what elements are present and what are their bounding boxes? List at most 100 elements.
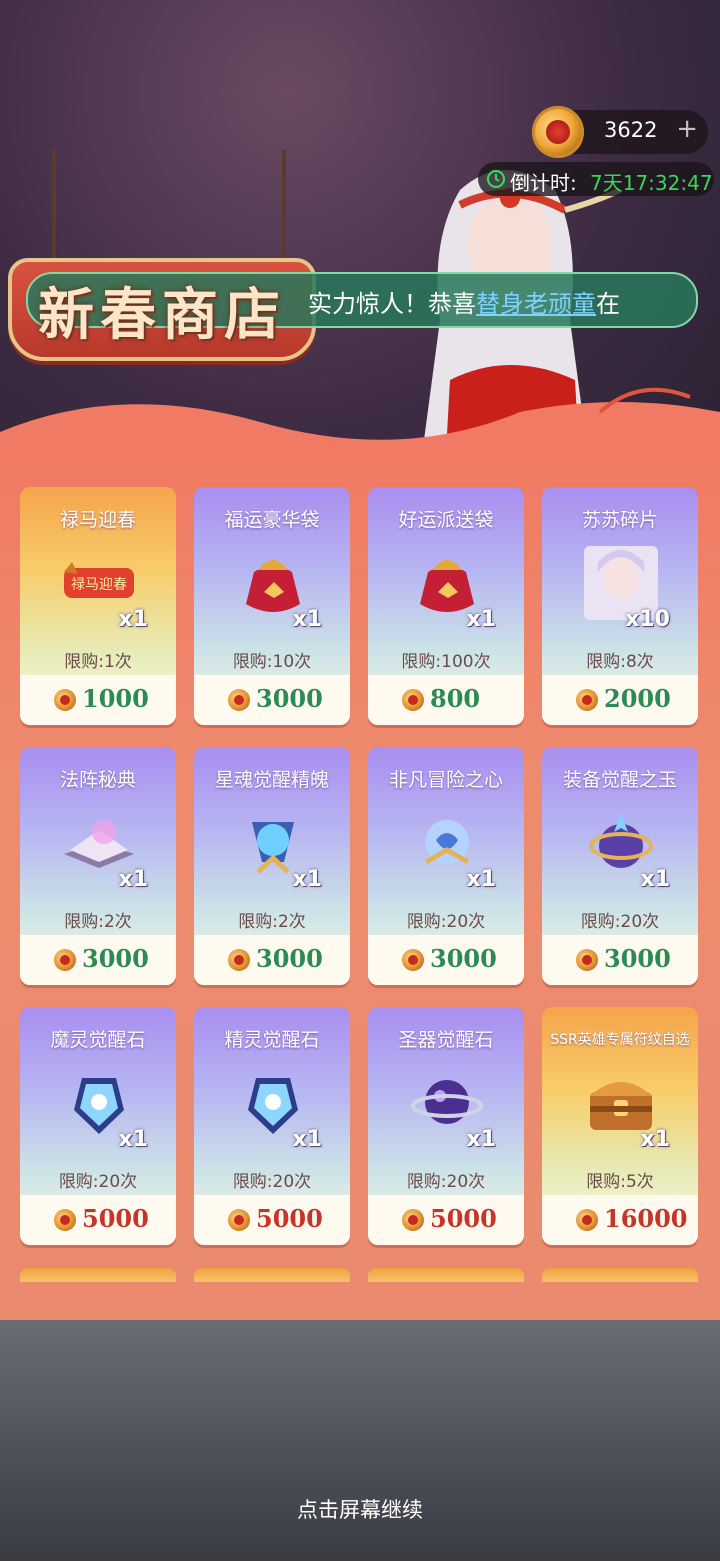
item-name: 禄马迎春 xyxy=(59,509,136,531)
countdown-timer: 倒计时: 7天17:32:47 xyxy=(478,162,714,196)
item-quantity: x1 xyxy=(292,607,323,632)
coin-icon xyxy=(54,689,76,711)
coin-icon xyxy=(576,689,598,711)
item-name: 装备觉醒之玉 xyxy=(562,769,677,791)
item-name: 法阵秘典 xyxy=(59,769,136,791)
shop-item-card[interactable]: 圣器觉醒石 x1 限购:20次 5000 xyxy=(368,1007,524,1245)
item-quantity: x1 xyxy=(118,867,149,892)
item-name: 好运派送袋 xyxy=(398,509,494,531)
shop-item-card[interactable]: 好运派送袋 x1 限购:100次 800 xyxy=(368,487,524,725)
coin-icon xyxy=(402,689,424,711)
shop-item-card[interactable]: 装备觉醒之玉 x1 限购:20次 3000 xyxy=(542,747,698,985)
item-price: 800 xyxy=(430,684,481,713)
shop-item-card[interactable]: 法阵秘典 x1 限购:2次 3000 xyxy=(20,747,176,985)
item-quantity: x1 xyxy=(466,607,497,632)
currency-display: 3622 + xyxy=(532,106,708,158)
buy-button[interactable]: 16000 xyxy=(542,1195,698,1245)
item-price: 3000 xyxy=(430,944,497,973)
currency-amount: 3622 xyxy=(604,118,658,142)
purchase-limit: 限购:20次 xyxy=(232,1172,312,1192)
purchase-limit: 限购:5次 xyxy=(586,1172,654,1192)
clock-icon xyxy=(486,169,506,189)
item-name: 星魂觉醒精魄 xyxy=(214,769,329,791)
purchase-limit: 限购:20次 xyxy=(580,912,660,932)
gold-coin-icon xyxy=(532,106,584,158)
item-name: 非凡冒险之心 xyxy=(388,769,503,791)
item-price: 5000 xyxy=(256,1204,323,1233)
item-name: 苏苏碎片 xyxy=(581,509,658,531)
coin-icon xyxy=(54,1209,76,1231)
shop-item-card[interactable]: 星魂觉醒精魄 x1 限购:2次 3000 xyxy=(194,747,350,985)
card-row-peek xyxy=(542,1268,698,1282)
buy-button[interactable]: 5000 xyxy=(20,1195,176,1245)
countdown-label: 倒计时: xyxy=(510,171,577,195)
coin-icon xyxy=(54,949,76,971)
blurred-background xyxy=(0,1320,720,1561)
item-price: 3000 xyxy=(256,944,323,973)
item-price: 5000 xyxy=(82,1204,149,1233)
buy-button[interactable]: 2000 xyxy=(542,675,698,725)
coin-icon xyxy=(402,1209,424,1231)
item-quantity: x1 xyxy=(640,867,671,892)
item-name: 魔灵觉醒石 xyxy=(50,1029,146,1051)
item-quantity: x1 xyxy=(292,867,323,892)
buy-button[interactable]: 3000 xyxy=(194,675,350,725)
svg-text:禄马迎春: 禄马迎春 xyxy=(71,577,127,593)
buy-button[interactable]: 800 xyxy=(368,675,524,725)
shop-item-card[interactable]: 福运豪华袋 x1 限购:10次 3000 xyxy=(194,487,350,725)
shop-item-card[interactable]: 非凡冒险之心 x1 限购:20次 3000 xyxy=(368,747,524,985)
sign-rope xyxy=(52,150,56,270)
coin-icon xyxy=(228,689,250,711)
buy-button[interactable]: 3000 xyxy=(542,935,698,985)
buy-button[interactable]: 5000 xyxy=(368,1195,524,1245)
item-name: 圣器觉醒石 xyxy=(398,1029,494,1051)
tap-to-continue[interactable]: 点击屏幕继续 xyxy=(0,1494,720,1524)
shop-item-card[interactable]: SSR英雄专属符纹自选 x1 限购:5次 16000 xyxy=(542,1007,698,1245)
shop-title: 新春商店 xyxy=(38,283,286,348)
item-name: 福运豪华袋 xyxy=(224,509,320,531)
item-price: 16000 xyxy=(604,1204,688,1233)
item-name: 精灵觉醒石 xyxy=(224,1029,320,1051)
item-price: 5000 xyxy=(430,1204,497,1233)
item-price: 3000 xyxy=(604,944,671,973)
card-row-peek xyxy=(194,1268,350,1282)
item-price: 3000 xyxy=(256,684,323,713)
sign-rope xyxy=(282,150,286,270)
item-price: 3000 xyxy=(82,944,149,973)
purchase-limit: 限购:10次 xyxy=(232,652,312,672)
purchase-limit: 限购:8次 xyxy=(586,652,654,672)
shop-item-card[interactable]: 苏苏碎片 x10 限购:8次 2000 xyxy=(542,487,698,725)
item-quantity: x1 xyxy=(640,1127,671,1152)
buy-button[interactable]: 1000 xyxy=(20,675,176,725)
item-quantity: x10 xyxy=(625,607,670,632)
buy-button[interactable]: 5000 xyxy=(194,1195,350,1245)
item-price: 2000 xyxy=(604,684,671,713)
countdown-value: 7天17:32:47 xyxy=(590,171,713,195)
coin-icon xyxy=(228,1209,250,1231)
add-currency-button[interactable]: + xyxy=(676,114,698,144)
buy-button[interactable]: 3000 xyxy=(20,935,176,985)
purchase-limit: 限购:20次 xyxy=(406,912,486,932)
card-row-peek xyxy=(20,1268,176,1282)
coin-icon xyxy=(402,949,424,971)
shop-item-card[interactable]: 禄马迎春 禄马迎春 x1 限购:1次 1000 xyxy=(20,487,176,725)
purchase-limit: 限购:100次 xyxy=(401,652,491,672)
card-row-peek xyxy=(368,1268,524,1282)
item-quantity: x1 xyxy=(118,1127,149,1152)
buy-button[interactable]: 3000 xyxy=(368,935,524,985)
coin-icon xyxy=(576,949,598,971)
item-quantity: x1 xyxy=(292,1127,323,1152)
buy-button[interactable]: 3000 xyxy=(194,935,350,985)
item-price: 1000 xyxy=(82,684,149,713)
purchase-limit: 限购:2次 xyxy=(238,912,306,932)
marquee-player-name[interactable]: 替身老顽童 xyxy=(476,290,596,318)
shop-item-card[interactable]: 魔灵觉醒石 x1 限购:20次 5000 xyxy=(20,1007,176,1245)
panel-wave-decoration xyxy=(0,387,720,472)
purchase-limit: 限购:1次 xyxy=(64,652,132,672)
coin-icon xyxy=(228,949,250,971)
coin-icon xyxy=(576,1209,598,1231)
item-quantity: x1 xyxy=(466,867,497,892)
shop-item-card[interactable]: 精灵觉醒石 x1 限购:20次 5000 xyxy=(194,1007,350,1245)
marquee-text: 实力惊人！恭喜替身老顽童在 xyxy=(308,290,620,318)
item-quantity: x1 xyxy=(118,607,149,632)
